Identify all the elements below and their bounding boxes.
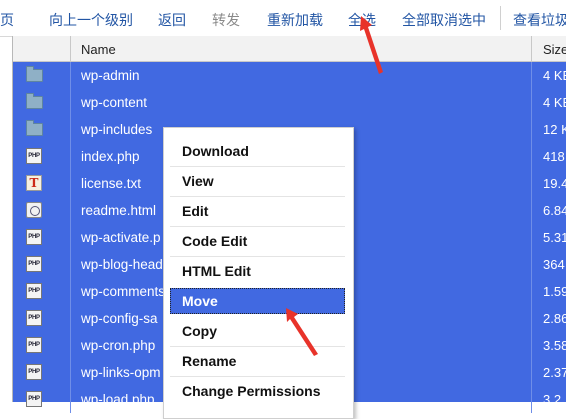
file-name: wp-content xyxy=(81,95,148,110)
table-header: Name Size xyxy=(13,36,566,62)
php-file-icon: PHP xyxy=(26,283,42,299)
column-divider xyxy=(531,224,532,251)
column-divider xyxy=(531,143,532,170)
column-divider xyxy=(531,278,532,305)
toolbar-separator xyxy=(500,6,501,30)
toolbar-unselect-all[interactable]: 全部取消选中 xyxy=(402,10,486,30)
menu-item-download[interactable]: Download xyxy=(170,138,345,164)
file-name: readme.html xyxy=(81,203,157,218)
php-file-icon: PHP xyxy=(26,391,42,407)
icon-cell xyxy=(13,89,71,116)
file-size: 6.84 xyxy=(543,203,566,218)
folder-icon xyxy=(26,120,43,136)
file-name: license.txt xyxy=(81,176,142,191)
file-name: wp-admin xyxy=(81,68,140,83)
folder-icon xyxy=(26,93,43,109)
header-size[interactable]: Size xyxy=(543,42,566,57)
icon-cell: PHP xyxy=(13,224,71,251)
toolbar-up-level[interactable]: 向上一个级别 xyxy=(49,10,133,30)
icon-cell: PHP xyxy=(13,251,71,278)
icon-cell: T xyxy=(13,170,71,197)
file-name: wp-comments xyxy=(81,284,166,299)
icon-cell: PHP xyxy=(13,143,71,170)
menu-item-code-edit[interactable]: Code Edit xyxy=(170,228,345,254)
column-divider xyxy=(531,89,532,116)
php-file-icon: PHP xyxy=(26,229,42,245)
file-size: 1.59 xyxy=(543,284,566,299)
menu-item-edit[interactable]: Edit xyxy=(170,198,345,224)
column-divider xyxy=(531,359,532,386)
file-name: wp-blog-head xyxy=(81,257,163,272)
menu-divider xyxy=(170,256,345,257)
toolbar-view-trash[interactable]: 查看垃圾 xyxy=(513,10,566,30)
php-file-icon: PHP xyxy=(26,364,42,380)
menu-divider xyxy=(170,376,345,377)
text-file-icon: T xyxy=(26,175,42,191)
file-name: wp-load.php xyxy=(81,392,155,407)
menu-item-view[interactable]: View xyxy=(170,168,345,194)
file-size: 4 KB xyxy=(543,95,566,110)
toolbar-forward[interactable]: 转发 xyxy=(212,10,240,30)
column-divider xyxy=(531,62,532,89)
icon-cell xyxy=(13,62,71,89)
header-divider xyxy=(531,36,532,61)
file-size: 5.31 xyxy=(543,230,566,245)
file-size: 3.2 xyxy=(543,392,562,407)
menu-item-html-edit[interactable]: HTML Edit xyxy=(170,258,345,284)
icon-cell: PHP xyxy=(13,305,71,332)
column-divider xyxy=(531,197,532,224)
icon-cell xyxy=(13,116,71,143)
file-name: index.php xyxy=(81,149,140,164)
header-icon-column xyxy=(13,36,71,61)
icon-cell: PHP xyxy=(13,386,71,413)
file-name: wp-activate.p xyxy=(81,230,161,245)
icon-cell: PHP xyxy=(13,278,71,305)
annotation-arrow-move xyxy=(286,308,318,356)
column-divider xyxy=(531,251,532,278)
file-size: 2.86 xyxy=(543,311,566,326)
column-divider xyxy=(531,332,532,359)
file-size: 3.58 xyxy=(543,338,566,353)
table-row[interactable]: wp-admin 4 KB xyxy=(13,62,566,89)
php-file-icon: PHP xyxy=(26,310,42,326)
menu-divider xyxy=(170,226,345,227)
column-divider xyxy=(531,386,532,413)
folder-icon xyxy=(26,66,43,82)
column-divider xyxy=(531,170,532,197)
toolbar: 主页 向上一个级别 返回 转发 重新加载 全选 全部取消选中 查看垃圾 xyxy=(0,0,566,37)
file-size: 12 K xyxy=(543,122,566,137)
file-name: wp-cron.php xyxy=(81,338,156,353)
icon-cell: PHP xyxy=(13,332,71,359)
php-file-icon: PHP xyxy=(26,337,42,353)
menu-item-change-permissions[interactable]: Change Permissions xyxy=(170,378,345,404)
toolbar-reload[interactable]: 重新加载 xyxy=(267,10,323,30)
table-row[interactable]: wp-content 4 KB xyxy=(13,89,566,116)
file-name: wp-config-sa xyxy=(81,311,158,326)
menu-divider xyxy=(170,196,345,197)
icon-cell: PHP xyxy=(13,359,71,386)
column-divider xyxy=(531,116,532,143)
toolbar-back[interactable]: 返回 xyxy=(158,10,186,30)
icon-cell xyxy=(13,197,71,224)
file-name: wp-includes xyxy=(81,122,153,137)
file-size: 4 KB xyxy=(543,68,566,83)
file-size: 19.4 xyxy=(543,176,566,191)
toolbar-home[interactable]: 主页 xyxy=(0,10,14,30)
file-size: 418 xyxy=(543,149,565,164)
php-file-icon: PHP xyxy=(26,256,42,272)
php-file-icon: PHP xyxy=(26,148,42,164)
file-name: wp-links-opm xyxy=(81,365,161,380)
header-name[interactable]: Name xyxy=(81,42,116,57)
annotation-arrow-select-all xyxy=(360,16,383,74)
menu-divider xyxy=(170,166,345,167)
html-file-icon xyxy=(26,202,42,218)
column-divider xyxy=(531,305,532,332)
file-size: 2.37 xyxy=(543,365,566,380)
context-menu: Download View Edit Code Edit HTML Edit M… xyxy=(163,127,354,419)
file-size: 364 xyxy=(543,257,565,272)
